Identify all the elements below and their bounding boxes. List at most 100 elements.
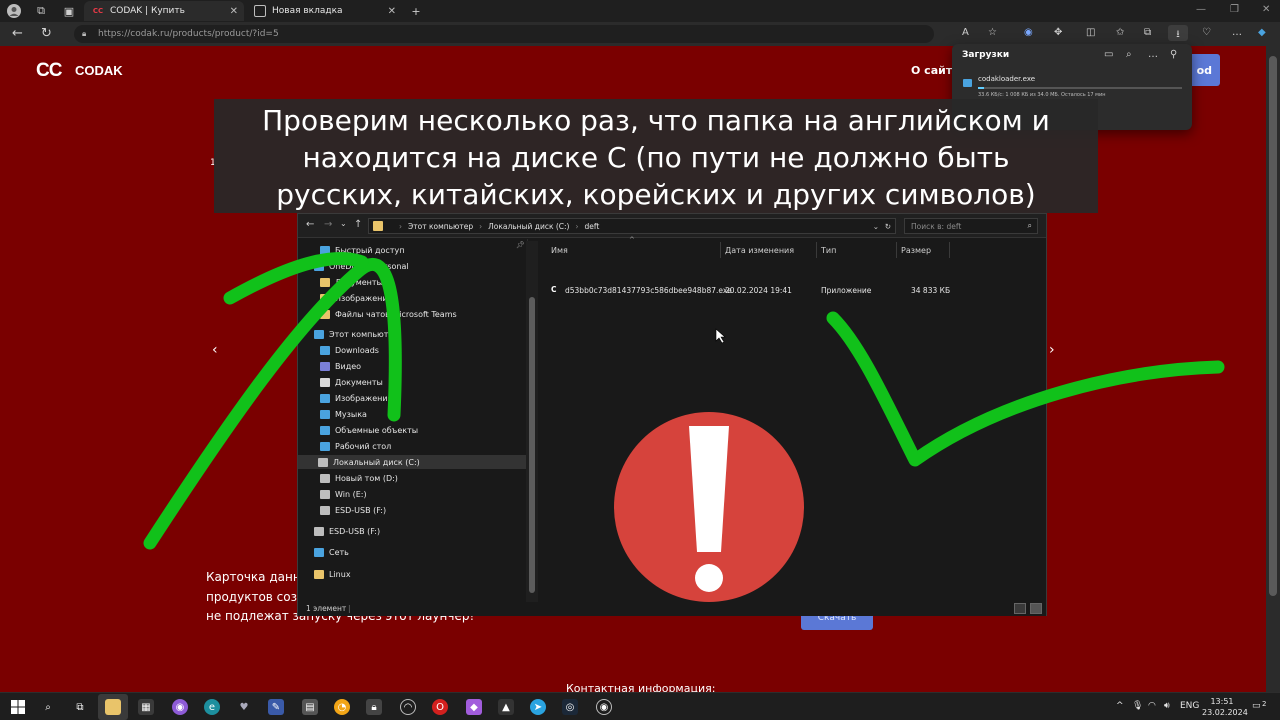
browser-essentials-icon[interactable]: ♡ [1202, 27, 1211, 38]
site-logo-mark[interactable]: CC [36, 60, 62, 82]
notifications-icon[interactable]: ▭ [1252, 701, 1261, 711]
store-icon[interactable]: ▦ [138, 699, 154, 715]
language-indicator[interactable]: ENG [1180, 701, 1199, 711]
collections-icon[interactable]: ⧉ [1144, 27, 1151, 38]
column-name[interactable]: Имя [551, 246, 568, 255]
extensions-puzzle-icon[interactable]: ✥ [1054, 27, 1062, 38]
tab-new-tab[interactable]: Новая вкладка ✕ [246, 1, 402, 21]
tray-chevron-icon[interactable]: ^ [1116, 701, 1124, 711]
tab-codak[interactable]: CC CODAK | Купить ✕ [84, 1, 244, 21]
sidebar-item[interactable]: Документы [320, 275, 383, 289]
volume-icon[interactable]: 🔊︎ [1164, 701, 1170, 711]
sidebar-item[interactable]: Этот компьютер [314, 327, 398, 341]
wifi-icon[interactable]: ◠ [1148, 701, 1156, 711]
new-tab-icon[interactable]: + [408, 3, 424, 19]
reload-icon[interactable]: ↻ [41, 26, 52, 41]
clock[interactable]: 13:51 23.02.2024 [1202, 696, 1248, 718]
favorites-icon[interactable]: ✩ [1116, 27, 1124, 38]
back-icon[interactable]: ← [306, 219, 314, 230]
back-icon[interactable]: ← [12, 26, 23, 41]
tab-actions-icon[interactable]: ▣ [61, 3, 77, 19]
pin-icon[interactable]: ⚲ [1170, 49, 1177, 60]
sidebar-item[interactable]: Downloads [320, 343, 379, 357]
notes-icon[interactable]: ✎ [268, 699, 284, 715]
pin-icon[interactable]: 📌︎ [516, 241, 525, 249]
explorer-path-bar[interactable]: › Этот компьютер › Локальный диск (C:) ›… [368, 218, 896, 234]
file-explorer-taskbar-icon[interactable] [105, 699, 121, 715]
close-tab-icon[interactable]: ✕ [388, 6, 396, 17]
explorer-search[interactable]: Поиск в: deft ⌕ [904, 218, 1038, 234]
path-dropdown-icon[interactable]: ⌄ [873, 222, 879, 231]
refresh-icon[interactable]: ↻ [885, 222, 891, 231]
sidebar-item[interactable]: Рабочий стол [320, 439, 391, 453]
workspaces-icon[interactable]: ⧉ [33, 3, 49, 19]
sidebar-item[interactable]: Новый том (D:) [320, 471, 398, 485]
details-view-icon[interactable] [1014, 603, 1026, 614]
site-logo-text[interactable]: CODAK [75, 63, 123, 78]
start-icon[interactable] [10, 699, 26, 715]
sidebar-item[interactable]: Музыка [320, 407, 367, 421]
column-size[interactable]: Размер [901, 246, 931, 255]
address-bar[interactable]: 🔒︎ https://codak.ru/products/product/?id… [74, 25, 934, 43]
profile-avatar-icon[interactable] [6, 3, 22, 19]
carousel-prev-icon[interactable]: ‹ [212, 342, 218, 358]
lock-app-icon[interactable]: 🔒︎ [366, 699, 382, 715]
sidebar-item[interactable]: Быстрый доступ [320, 243, 404, 257]
favorite-star-icon[interactable]: ☆ [988, 27, 997, 38]
sidebar-item[interactable]: ESD-USB (F:) [320, 503, 386, 517]
sidebar-item[interactable]: Linux [314, 567, 351, 581]
navigation-scrollbar[interactable] [526, 241, 538, 606]
up-icon[interactable]: ↑ [354, 219, 362, 230]
extension-icon[interactable]: ◉ [1024, 27, 1033, 38]
gauge-icon[interactable]: ◠ [400, 699, 416, 715]
steam-icon[interactable]: ◎ [562, 699, 578, 715]
opera-icon[interactable]: O [432, 699, 448, 715]
downloads-icon[interactable]: ⭳ [1168, 25, 1188, 41]
search-icon[interactable]: ⌕ [1126, 49, 1132, 60]
sidebar-item[interactable]: Объемные объекты [320, 423, 418, 437]
close-tab-icon[interactable]: ✕ [230, 6, 238, 17]
sidebar-item[interactable]: Видео [320, 359, 361, 373]
sidebar-item[interactable]: Win (E:) [320, 487, 367, 501]
sidebar-item[interactable]: OneDrive - Personal [314, 259, 409, 273]
task-view-icon[interactable]: ⧉ [72, 699, 88, 715]
microphone-icon[interactable]: 🎙︎ [1132, 701, 1143, 711]
recent-locations-icon[interactable]: ⌄ [340, 219, 347, 228]
sidebar-item[interactable]: Изображения [320, 391, 392, 405]
sidebar-item[interactable]: Изображения [320, 291, 392, 305]
telegram-icon[interactable]: ➤ [530, 699, 546, 715]
figma-icon[interactable]: ◆ [466, 699, 482, 715]
minimize-icon[interactable]: — [1196, 4, 1206, 15]
scrollbar-thumb[interactable] [529, 297, 535, 593]
search-icon[interactable]: ⌕ [40, 699, 56, 715]
calculator-icon[interactable]: ▤ [302, 699, 318, 715]
tiles-view-icon[interactable] [1030, 603, 1042, 614]
breadcrumb-computer[interactable]: Этот компьютер [408, 222, 473, 231]
app-icon[interactable]: ♥ [236, 699, 252, 715]
edge-icon[interactable]: e [204, 699, 220, 715]
chrome-icon[interactable]: ◔ [334, 699, 350, 715]
more-options-icon[interactable]: … [1148, 49, 1158, 60]
sidebar-item[interactable]: ESD-USB (F:) [314, 524, 380, 538]
split-screen-icon[interactable]: ◫ [1086, 27, 1095, 38]
sidebar-item[interactable]: Файлы чатов Microsoft Teams [320, 307, 457, 321]
app2-icon[interactable]: ▲ [498, 699, 514, 715]
open-folder-icon[interactable]: ▭ [1104, 49, 1113, 60]
sidebar-item[interactable]: Сеть [314, 545, 349, 559]
menu-dots-icon[interactable]: … [1232, 27, 1242, 38]
close-window-icon[interactable]: ✕ [1262, 4, 1270, 15]
sidebar-item[interactable]: Локальный диск (C:) [298, 455, 526, 469]
maximize-icon[interactable]: ❐ [1230, 4, 1239, 15]
obs-icon[interactable]: ◉ [596, 699, 612, 715]
scrollbar-thumb[interactable] [1269, 56, 1277, 596]
download-filename[interactable]: codakloader.exe [978, 75, 1035, 83]
read-aloud-icon[interactable]: A [962, 27, 969, 38]
page-scrollbar[interactable] [1266, 46, 1280, 692]
copilot-icon[interactable]: ◆ [1258, 27, 1266, 38]
column-type[interactable]: Тип [821, 246, 836, 255]
forward-icon[interactable]: → [324, 219, 332, 230]
carousel-next-icon[interactable]: › [1049, 342, 1055, 358]
discord-icon[interactable]: ◉ [172, 699, 188, 715]
column-date[interactable]: Дата изменения [725, 246, 794, 255]
sidebar-item[interactable]: Документы [320, 375, 383, 389]
